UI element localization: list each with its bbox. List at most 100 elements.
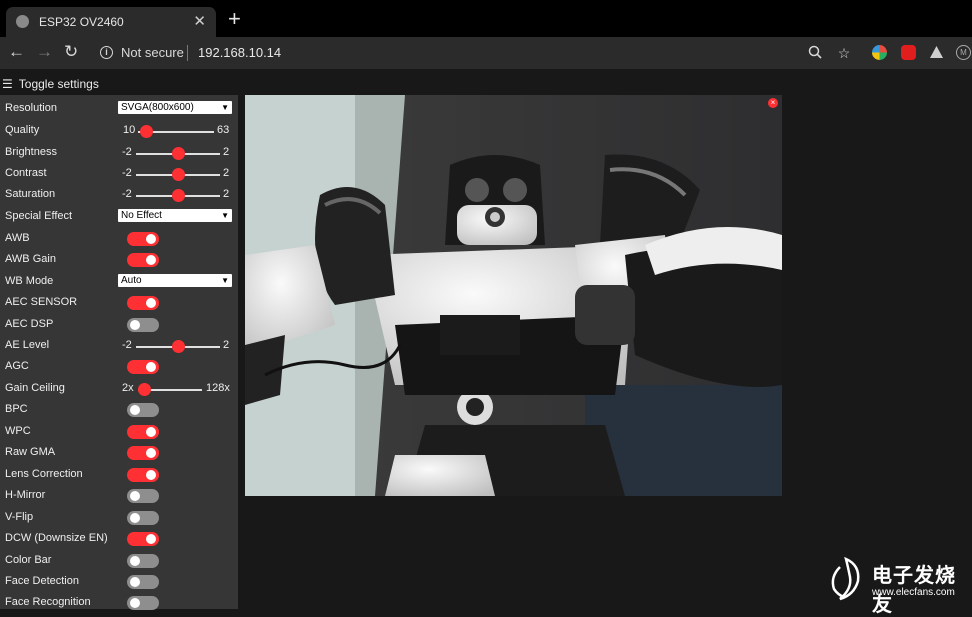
- select-value: No Effect: [121, 210, 162, 221]
- setting-label: Quality: [5, 124, 40, 136]
- setting-label: Lens Correction: [5, 468, 83, 480]
- setting-face-detection: Face Detection: [0, 572, 238, 593]
- setting-awb-gain: AWB Gain: [0, 250, 238, 271]
- toggle-knob: [130, 513, 140, 523]
- slider-thumb[interactable]: [172, 340, 185, 353]
- toggle-knob: [146, 234, 156, 244]
- setting-dcw: DCW (Downsize EN): [0, 529, 238, 550]
- bookmark-star-icon[interactable]: ☆: [836, 45, 852, 61]
- aec-dsp-toggle[interactable]: [127, 318, 159, 332]
- v-flip-toggle[interactable]: [127, 511, 159, 525]
- dropdown-arrow-icon: ▼: [221, 276, 229, 285]
- special-effect-select[interactable]: No Effect ▼: [118, 209, 232, 222]
- watermark-icon: [831, 556, 860, 601]
- globe-icon: [16, 15, 29, 28]
- setting-label: Face Detection: [5, 575, 79, 587]
- slider-thumb[interactable]: [138, 383, 151, 396]
- bpc-toggle[interactable]: [127, 403, 159, 417]
- slider-max: 2: [223, 167, 230, 179]
- agc-toggle[interactable]: [127, 360, 159, 374]
- slider-thumb[interactable]: [172, 147, 185, 160]
- menu-icon: ☰: [2, 77, 13, 91]
- slider-min: -2: [122, 188, 132, 200]
- resolution-select[interactable]: SVGA(800x600) ▼: [118, 101, 232, 114]
- toggle-knob: [146, 298, 156, 308]
- toggle-knob: [146, 362, 156, 372]
- extension-icon[interactable]: [872, 45, 887, 60]
- setting-h-mirror: H-Mirror: [0, 486, 238, 507]
- hand-extension-icon[interactable]: [901, 45, 916, 60]
- dcw-toggle[interactable]: [127, 532, 159, 546]
- slider-min: 2x: [122, 382, 134, 394]
- page-content: ☰ Toggle settings Resolution SVGA(800x600…: [0, 69, 972, 610]
- face-recognition-toggle[interactable]: [127, 596, 159, 610]
- toggle-knob: [146, 448, 156, 458]
- info-icon[interactable]: i: [100, 46, 113, 59]
- setting-wpc: WPC: [0, 422, 238, 443]
- slider-max: 2: [223, 146, 230, 158]
- setting-label: Face Recognition: [5, 596, 91, 608]
- wb-mode-select[interactable]: Auto ▼: [118, 274, 232, 287]
- url-divider: [187, 45, 188, 61]
- setting-label: Special Effect: [5, 210, 73, 222]
- setting-label: Color Bar: [5, 554, 52, 566]
- setting-label: Resolution: [5, 102, 57, 114]
- raw-gma-toggle[interactable]: [127, 446, 159, 460]
- slider-max: 63: [217, 124, 230, 136]
- toggle-settings-button[interactable]: ☰ Toggle settings: [0, 77, 99, 91]
- setting-special-effect: Special Effect No Effect ▼: [0, 207, 238, 228]
- new-tab-button[interactable]: +: [228, 7, 241, 31]
- slider-thumb[interactable]: [172, 168, 185, 181]
- select-value: Auto: [121, 275, 142, 286]
- reload-icon[interactable]: ↻: [64, 42, 78, 62]
- slider-min: -2: [122, 339, 132, 351]
- setting-lens-correction: Lens Correction: [0, 465, 238, 486]
- setting-brightness: Brightness -2 2: [0, 143, 238, 164]
- slider-thumb[interactable]: [140, 125, 153, 138]
- zoom-icon[interactable]: [807, 45, 823, 61]
- setting-label: Saturation: [5, 188, 56, 200]
- setting-label: AEC SENSOR: [5, 296, 78, 308]
- awb-toggle[interactable]: [127, 232, 159, 246]
- watermark-logo: 电子发烧友 www.elecfans.com: [826, 551, 972, 616]
- setting-quality: Quality 10 63: [0, 121, 238, 142]
- robot-camera-image: [245, 95, 782, 496]
- toggle-knob: [130, 577, 140, 587]
- slider-thumb[interactable]: [172, 189, 185, 202]
- face-detection-toggle[interactable]: [127, 575, 159, 589]
- awb-gain-toggle[interactable]: [127, 253, 159, 267]
- back-arrow-icon[interactable]: ←: [8, 42, 25, 62]
- h-mirror-toggle[interactable]: [127, 489, 159, 503]
- address-bar[interactable]: 192.168.10.14: [198, 45, 281, 60]
- setting-label: BPC: [5, 403, 28, 415]
- aec-sensor-toggle[interactable]: [127, 296, 159, 310]
- setting-label: AWB: [5, 232, 30, 244]
- setting-agc: AGC: [0, 357, 238, 378]
- setting-label: WB Mode: [5, 275, 54, 287]
- color-bar-toggle[interactable]: [127, 554, 159, 568]
- camera-stream: [245, 95, 782, 496]
- setting-wb-mode: WB Mode Auto ▼: [0, 272, 238, 293]
- setting-face-recognition: Face Recognition: [0, 593, 238, 614]
- slider-max: 2: [223, 339, 230, 351]
- forward-arrow-icon[interactable]: →: [36, 42, 53, 62]
- close-stream-icon[interactable]: ×: [768, 98, 778, 108]
- setting-bpc: BPC: [0, 400, 238, 421]
- setting-label: AE Level: [5, 339, 50, 351]
- drive-icon[interactable]: [929, 45, 944, 60]
- setting-label: DCW (Downsize EN): [5, 532, 108, 544]
- dropdown-arrow-icon: ▼: [221, 103, 229, 112]
- setting-label: V-Flip: [5, 511, 34, 523]
- not-secure-label[interactable]: Not secure: [121, 45, 184, 60]
- wpc-toggle[interactable]: [127, 425, 159, 439]
- dropdown-arrow-icon: ▼: [221, 211, 229, 220]
- setting-ae-level: AE Level -2 2: [0, 336, 238, 357]
- browser-tab[interactable]: ESP32 OV2460 ✕: [6, 7, 216, 37]
- profile-avatar-icon[interactable]: M: [956, 45, 971, 60]
- setting-v-flip: V-Flip: [0, 508, 238, 529]
- lens-correction-toggle[interactable]: [127, 468, 159, 482]
- toggle-knob: [146, 534, 156, 544]
- tab-close-icon[interactable]: ✕: [193, 12, 206, 30]
- setting-label: AGC: [5, 360, 29, 372]
- toggle-knob: [130, 320, 140, 330]
